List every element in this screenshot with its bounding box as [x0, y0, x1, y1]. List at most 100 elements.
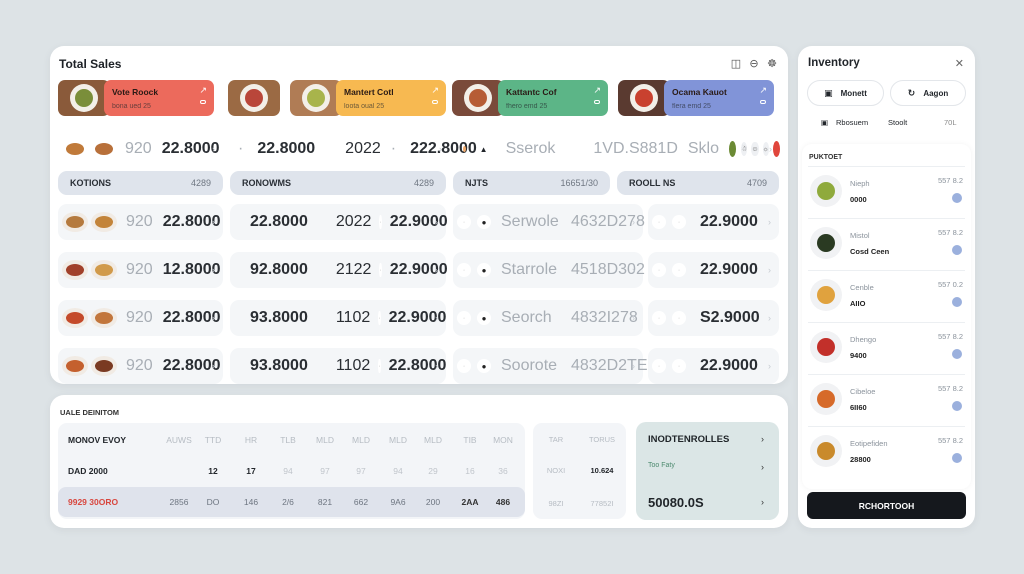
- chevron-right-icon[interactable]: ›: [632, 313, 635, 323]
- chevron-right-icon[interactable]: ›: [761, 462, 764, 472]
- food-thumbnail: [91, 308, 117, 328]
- more-icon[interactable]: [952, 193, 962, 203]
- product-cell[interactable]: 920 22.8000 ›: [58, 204, 223, 240]
- category-card[interactable]: Mantert Cotl loota oual 25 ↗: [228, 80, 446, 116]
- section-header[interactable]: NJTS 16651/30: [453, 171, 610, 195]
- table-cell: MLD: [424, 435, 442, 445]
- avatar[interactable]: ☺: [751, 142, 759, 156]
- more-icon[interactable]: [952, 401, 962, 411]
- chevron-right-icon[interactable]: ›: [769, 144, 772, 154]
- chevron-right-icon[interactable]: ›: [768, 361, 771, 371]
- chevron-right-icon[interactable]: ›: [768, 265, 771, 275]
- food-thumbnails: [62, 139, 117, 159]
- chevron-right-icon[interactable]: ›: [632, 265, 635, 275]
- table-row[interactable]: 9929 30ORO 2856 DO 146 2/6 821 662 9A6 200 2AA 486: [58, 487, 525, 517]
- food-thumbnail: [62, 356, 88, 376]
- inventory-item[interactable]: Cenble AIIO 557 0.2: [808, 270, 965, 322]
- more-icon[interactable]: [952, 453, 962, 463]
- chevron-right-icon[interactable]: ›: [761, 497, 764, 507]
- calendar-icon[interactable]: ◫: [730, 58, 742, 70]
- product-cell[interactable]: 920 22.8000 ›: [58, 348, 223, 384]
- inventory-item[interactable]: Mistol Cosd Ceen 557 8.2: [808, 218, 965, 270]
- price-cell[interactable]: · · 22.9000 ›: [648, 252, 779, 288]
- chevron-right-icon[interactable]: ›: [212, 144, 215, 154]
- order-cell[interactable]: 92.8000 2122 · 22.9000 ›: [230, 252, 448, 288]
- chevron-right-icon[interactable]: ›: [761, 434, 764, 444]
- order-cell[interactable]: 22.8000 2022 · 22.9000 ›: [230, 204, 448, 240]
- chevron-right-icon[interactable]: ›: [768, 217, 771, 227]
- section-header[interactable]: RONOWMS 4289: [230, 171, 446, 195]
- chevron-right-icon[interactable]: ›: [632, 217, 635, 227]
- order-cell[interactable]: 93.8000 1102 · 22.9000 ›: [230, 300, 446, 336]
- avatar[interactable]: [772, 141, 781, 157]
- category-card[interactable]: Ocama Kauot flera emd 25 ↗: [618, 80, 774, 116]
- search-cell[interactable]: · ● Serwole 4632D278 ›: [453, 204, 645, 240]
- inventory-tabs: ▣ Rbosuem Stoolt 70L: [798, 116, 975, 132]
- avatar[interactable]: ☼: [762, 142, 769, 156]
- chevron-right-icon[interactable]: ›: [632, 361, 635, 371]
- table-header-row: MONOV EVOY AUWS TTD HR TLB MLD MLD MLD MLD TIB MON: [58, 425, 525, 455]
- aagon-button[interactable]: ↻ Aagon: [890, 80, 966, 106]
- globe-icon[interactable]: ☸: [766, 58, 778, 70]
- chevron-right-icon[interactable]: ›: [212, 217, 215, 227]
- product-image: [810, 331, 842, 363]
- section-header[interactable]: ROOLL NS 4709: [617, 171, 779, 195]
- search-cell[interactable]: · ● Starrole 4518D302 ›: [453, 252, 645, 288]
- category-cards: Vote Roock bona ued 25 ↗ Mantert Cotl lo…: [58, 80, 780, 116]
- food-thumbnail: [618, 80, 670, 116]
- chevron-right-icon[interactable]: ›: [435, 265, 438, 275]
- price-cell[interactable]: · · 22.9000 ›: [648, 204, 779, 240]
- inventory-item[interactable]: Nieph 0000 557 8.2: [808, 166, 965, 218]
- chevron-right-icon[interactable]: ›: [212, 313, 215, 323]
- chevron-right-icon[interactable]: ›: [435, 217, 438, 227]
- product-image: [810, 383, 842, 415]
- order-cell[interactable]: 93.8000 1102 · 22.8000 ›: [230, 348, 446, 384]
- chevron-right-icon[interactable]: ›: [212, 361, 215, 371]
- price-cell[interactable]: · · S2.9000 ›: [648, 300, 779, 336]
- search-cell[interactable]: · ● Soorote 4832D2TE ›: [453, 348, 648, 384]
- inventory-item[interactable]: Cibeloe 6II60 557 8.2: [808, 374, 965, 426]
- checkout-button[interactable]: RCHORTOOH: [807, 492, 966, 519]
- price-cell[interactable]: · · 22.9000 ›: [648, 348, 779, 384]
- food-thumbnail: [91, 260, 117, 280]
- filter-icon[interactable]: ⊖: [748, 58, 760, 70]
- summary-cell[interactable]: 920 22.8000 ›: [58, 131, 223, 167]
- avatar[interactable]: [729, 141, 737, 157]
- food-thumbnails: [62, 212, 117, 232]
- product-image: [810, 279, 842, 311]
- table-cell: 2AA: [461, 497, 479, 507]
- section-header[interactable]: KOTIONS 4289: [58, 171, 223, 195]
- summary-cell[interactable]: ▲ Sserok 1VD.S881D Sklo ☃ ☺ ☼ ›: [455, 131, 781, 167]
- chevron-right-icon[interactable]: ›: [768, 313, 771, 323]
- inventory-item[interactable]: Eotipefiden 28800 557 8.2: [808, 426, 965, 478]
- checkbox-icon[interactable]: ▣: [821, 118, 828, 127]
- sales-breakdown-panel: UALE DEINITOM MONOV EVOY AUWS TTD HR TLB MLD M…: [50, 395, 788, 528]
- chevron-right-icon[interactable]: ›: [435, 361, 438, 371]
- inventory-item[interactable]: Dhengo 9400 557 8.2: [808, 322, 965, 374]
- tab-rbosuem[interactable]: Rbosuem: [836, 118, 868, 127]
- arrow-up-right-icon: ↗: [593, 85, 601, 95]
- status-card[interactable]: INODTENROLLES › Too Faty › 50080.0S ›: [636, 422, 779, 520]
- chevron-right-icon[interactable]: ›: [435, 313, 438, 323]
- product-cell[interactable]: 920 12.8000 ›: [58, 252, 223, 288]
- category-card[interactable]: Vote Roock bona ued 25 ↗: [58, 80, 214, 116]
- table-cell: 2/6: [282, 497, 294, 507]
- more-icon[interactable]: [952, 349, 962, 359]
- monett-button[interactable]: ▣ Monett: [807, 80, 884, 106]
- category-card[interactable]: Kattantc Cof fhero emd 25 ↗: [452, 80, 608, 116]
- table-cell: 2856: [169, 497, 189, 507]
- chevron-right-icon[interactable]: ›: [212, 265, 215, 275]
- product-cell[interactable]: 920 22.8000 ›: [58, 300, 223, 336]
- table-cell: 29: [428, 466, 438, 476]
- summary-cell[interactable]: · 22.8000 2022 · 222.8000 ›: [230, 131, 477, 167]
- toggle-icon: [760, 100, 766, 104]
- table-row[interactable]: DAD 2000 12 17 94 97 97 94 29 16 36: [58, 456, 525, 486]
- tab-stoolt[interactable]: Stoolt: [888, 118, 907, 127]
- search-cell[interactable]: · ● Seorch 4832I278 ›: [453, 300, 643, 336]
- more-icon[interactable]: [952, 297, 962, 307]
- chevron-right-icon[interactable]: ›: [439, 144, 442, 154]
- close-icon[interactable]: ✕: [955, 57, 964, 70]
- more-icon[interactable]: [952, 245, 962, 255]
- row-label: 9929 30ORO: [68, 497, 119, 507]
- avatar[interactable]: ☃: [741, 142, 748, 156]
